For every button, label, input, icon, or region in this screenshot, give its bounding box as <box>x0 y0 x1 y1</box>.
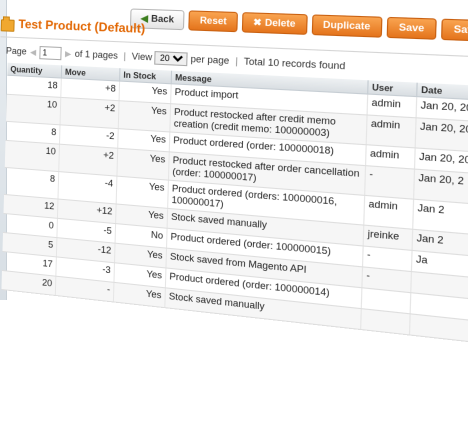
in-stock-cell: Yes <box>116 176 169 209</box>
pager-separator: | <box>123 50 127 62</box>
reset-button-label: Reset <box>199 14 227 27</box>
page-content: ◀ Back Reset ✖Delete Duplicate Save Save and C… <box>0 0 468 447</box>
user-cell: admin <box>363 195 414 230</box>
grid-body: 18 +8 Yes Product import admin Jan 20, 201 10 +… <box>1 75 468 346</box>
page-header: Test Product (Default) <box>0 14 145 36</box>
in-stock-cell: Yes <box>118 100 171 132</box>
quantity-cell: 10 <box>4 140 60 172</box>
back-button-label: Back <box>151 13 175 25</box>
in-stock-cell: Yes <box>116 148 170 181</box>
delete-icon: ✖ <box>253 16 262 28</box>
next-page-icon[interactable]: ▶ <box>64 46 73 63</box>
save-and-continue-label: Save and Conti <box>453 23 468 38</box>
view-label: View <box>131 51 153 63</box>
product-icon <box>0 19 15 32</box>
per-page-select[interactable]: 20 <box>154 51 189 67</box>
delete-button[interactable]: ✖ Delete <box>241 12 308 35</box>
user-cell <box>360 308 411 335</box>
prev-page-icon[interactable]: ◀ <box>29 45 37 62</box>
date-cell <box>409 313 468 346</box>
quantity-cell: 10 <box>6 94 61 125</box>
duplicate-button-label: Duplicate <box>322 19 371 32</box>
page-title: Test Product (Default) <box>18 16 146 37</box>
save-button-label: Save <box>398 21 425 34</box>
save-button[interactable]: Save <box>386 16 437 40</box>
page-input[interactable] <box>39 46 62 61</box>
page-label: Page <box>5 45 27 57</box>
in-stock-cell: Yes <box>113 282 166 308</box>
of-pages-text: of 1 pages <box>74 48 119 61</box>
user-cell: admin <box>367 94 417 118</box>
reset-button[interactable]: Reset <box>188 10 238 33</box>
stock-movements-grid: Quantity Move In Stock Message User Date… <box>1 62 468 346</box>
delete-button-label: Delete <box>264 17 296 30</box>
pager-separator: | <box>235 55 239 67</box>
total-records: Total 10 records found <box>243 56 346 72</box>
per-page-label: per page <box>190 53 230 67</box>
move-cell: +2 <box>60 97 120 129</box>
save-and-continue-button[interactable]: Save and Conti <box>441 18 468 45</box>
duplicate-button[interactable]: Duplicate <box>311 14 383 38</box>
user-cell: - <box>364 165 415 200</box>
user-cell: admin <box>366 114 417 148</box>
action-toolbar: ◀BackReset✖DeleteDuplicateSaveSave and C… <box>129 8 468 47</box>
